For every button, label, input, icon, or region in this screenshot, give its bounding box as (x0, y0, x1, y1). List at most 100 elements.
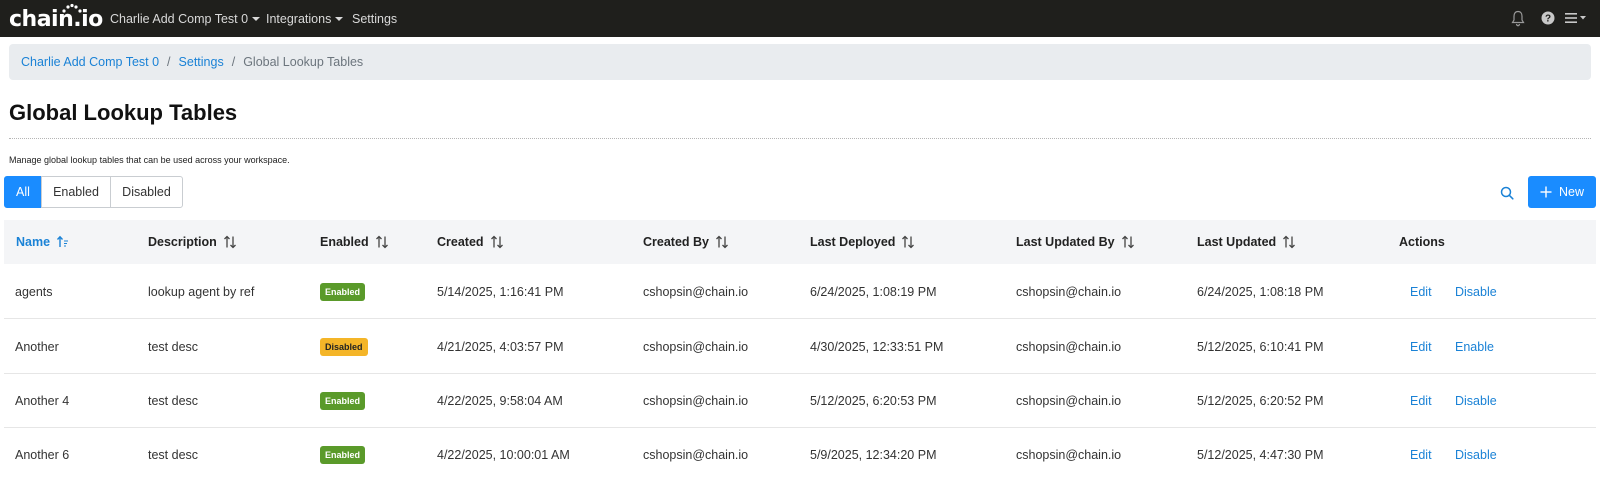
status-badge: Enabled (320, 445, 366, 464)
svg-text:?: ? (1545, 14, 1551, 25)
sort-icon (902, 235, 915, 249)
cell-last-deployed: 5/12/2025, 6:20:53 PM (810, 393, 937, 408)
cell-created: 4/22/2025, 9:58:04 AM (437, 393, 563, 408)
cell-last-deployed: 4/30/2025, 12:33:51 PM (810, 339, 944, 354)
chevron-down-icon (252, 16, 261, 21)
search-icon[interactable] (1496, 182, 1518, 204)
breadcrumb-workspace-link[interactable]: Charlie Add Comp Test 0 (21, 55, 159, 69)
cell-last-deployed: 6/24/2025, 1:08:19 PM (810, 284, 937, 299)
column-header-label: Created By (643, 235, 709, 249)
enable-link[interactable]: Enable (1455, 319, 1494, 374)
disable-link[interactable]: Disable (1455, 264, 1497, 319)
settings-label: Settings (352, 11, 398, 26)
sort-icon (375, 235, 388, 249)
cell-created-by: cshopsin@chain.io (643, 339, 749, 354)
filter-disabled-button[interactable]: Disabled (110, 176, 183, 208)
sort-icon (1121, 235, 1134, 249)
column-header-description[interactable]: Description (148, 220, 237, 264)
edit-link[interactable]: Edit (1410, 319, 1432, 374)
disable-link[interactable]: Disable (1455, 373, 1497, 428)
cell-name: Another 6 (15, 447, 70, 462)
column-header-created[interactable]: Created (437, 220, 504, 264)
breadcrumb-settings-link[interactable]: Settings (179, 55, 224, 69)
table-row: Another test desc Disabled 4/21/2025, 4:… (4, 319, 1596, 374)
column-header-actions: Actions (1399, 220, 1445, 264)
sort-icon (490, 235, 503, 249)
filter-enabled-button[interactable]: Enabled (41, 176, 111, 208)
cell-enabled: Enabled (320, 264, 366, 319)
cell-last-updated: 5/12/2025, 6:20:52 PM (1197, 393, 1324, 408)
cell-last-updated-by: cshopsin@chain.io (1016, 447, 1122, 462)
logo[interactable]: chain.io (9, 1, 103, 35)
cell-created-by: cshopsin@chain.io (643, 284, 749, 299)
column-header-last-updated[interactable]: Last Updated (1197, 220, 1296, 264)
breadcrumb-separator: / (231, 55, 236, 69)
edit-link[interactable]: Edit (1410, 264, 1432, 319)
status-filter-group: All Enabled Disabled (4, 176, 183, 208)
filter-all-button[interactable]: All (4, 176, 42, 208)
cell-last-updated-by: cshopsin@chain.io (1016, 284, 1122, 299)
help-icon[interactable]: ? (1540, 8, 1556, 28)
sort-icon (1283, 235, 1296, 249)
page-title: Global Lookup Tables (9, 100, 238, 125)
top-navbar: chain.io Charlie Add Comp Test 0 Integra… (0, 0, 1600, 37)
chevron-down-icon (335, 16, 344, 21)
workspace-dropdown[interactable]: Charlie Add Comp Test 0 (110, 0, 261, 37)
breadcrumb-current: Global Lookup Tables (243, 55, 364, 69)
cell-name: Another 4 (15, 393, 70, 408)
disable-link[interactable]: Disable (1455, 427, 1497, 480)
new-button-label: New (1558, 185, 1584, 199)
cell-created-by: cshopsin@chain.io (643, 393, 749, 408)
column-header-last-deployed[interactable]: Last Deployed (810, 220, 915, 264)
sort-icon (716, 235, 728, 249)
cell-created: 5/14/2025, 1:16:41 PM (437, 284, 564, 299)
column-header-name[interactable]: Name (16, 220, 70, 264)
cell-created: 4/22/2025, 10:00:01 AM (437, 447, 570, 462)
table-row: Another 6 test desc Enabled 4/22/2025, 1… (4, 427, 1596, 480)
column-header-label: Enabled (320, 235, 369, 249)
logo-text: chain.io (9, 7, 103, 32)
sort-ascending-icon (57, 235, 69, 247)
column-header-last-updated-by[interactable]: Last Updated By (1016, 220, 1135, 264)
cell-created: 4/21/2025, 4:03:57 PM (437, 339, 564, 354)
column-header-label: Last Updated By (1016, 235, 1115, 249)
new-table-button[interactable]: New (1528, 176, 1596, 208)
cell-enabled: Enabled (320, 427, 366, 480)
column-header-label: Last Updated (1197, 235, 1277, 249)
cell-last-deployed: 5/9/2025, 12:34:20 PM (810, 447, 937, 462)
table-header: Name Description Enabled Created Created… (4, 220, 1596, 264)
cell-description: test desc (148, 447, 199, 462)
cell-enabled: Enabled (320, 373, 366, 428)
breadcrumb: Charlie Add Comp Test 0 / Settings / Glo… (9, 44, 1591, 80)
status-badge: Enabled (320, 391, 366, 410)
cell-created-by: cshopsin@chain.io (643, 447, 749, 462)
cell-description: test desc (148, 393, 199, 408)
cell-last-updated-by: cshopsin@chain.io (1016, 339, 1122, 354)
status-badge: Enabled (320, 282, 366, 301)
cell-name: agents (15, 284, 53, 299)
column-header-label: Actions (1399, 235, 1445, 249)
column-header-label: Name (16, 235, 51, 249)
status-badge: Disabled (320, 337, 368, 356)
breadcrumb-separator: / (167, 55, 171, 69)
plus-icon (1540, 186, 1552, 198)
cell-last-updated-by: cshopsin@chain.io (1016, 393, 1122, 408)
integrations-dropdown[interactable]: Integrations (266, 0, 344, 37)
menu-icon[interactable] (1564, 8, 1588, 28)
column-header-label: Last Deployed (810, 235, 896, 249)
column-header-label: Created (437, 235, 484, 249)
bell-icon[interactable] (1510, 8, 1526, 28)
table-row: agents lookup agent by ref Enabled 5/14/… (4, 264, 1596, 319)
cell-last-updated: 5/12/2025, 4:47:30 PM (1197, 447, 1324, 462)
column-header-enabled[interactable]: Enabled (320, 220, 389, 264)
column-header-created-by[interactable]: Created By (643, 220, 729, 264)
edit-link[interactable]: Edit (1410, 427, 1432, 480)
title-divider (9, 138, 1591, 139)
integrations-label: Integrations (266, 11, 332, 26)
edit-link[interactable]: Edit (1410, 373, 1432, 428)
settings-link[interactable]: Settings (352, 0, 397, 37)
logo-dots-icon (62, 3, 82, 13)
column-header-label: Description (148, 235, 217, 249)
page-subtitle: Manage global lookup tables that can be … (9, 155, 290, 165)
workspace-label: Charlie Add Comp Test 0 (110, 11, 249, 26)
